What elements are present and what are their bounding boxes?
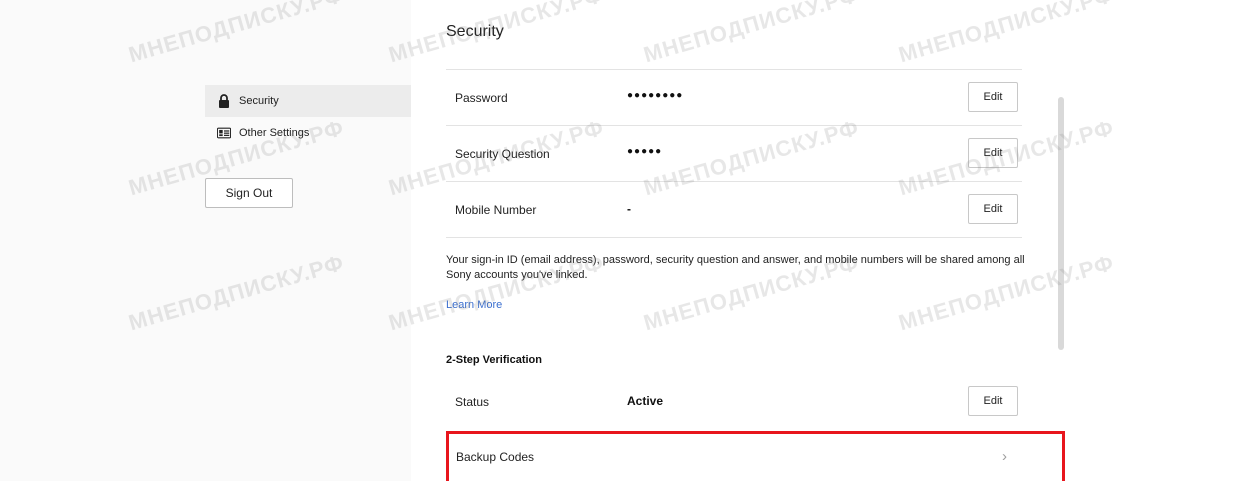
divider: [446, 237, 1022, 238]
divider: [446, 125, 1022, 126]
sidebar-item-security[interactable]: Security: [205, 85, 411, 117]
two-step-status-value: Active: [627, 394, 664, 408]
edit-mobile-number-button[interactable]: Edit: [968, 194, 1018, 224]
sidebar: Security Other Settings Sign Out: [0, 0, 411, 481]
sign-out-button[interactable]: Sign Out: [205, 178, 293, 208]
backup-codes-label: Backup Codes: [456, 450, 535, 464]
lock-icon: [217, 94, 231, 108]
two-step-heading: 2-Step Verification: [446, 354, 542, 366]
edit-password-button[interactable]: Edit: [968, 82, 1018, 112]
security-question-value: ●●●●●: [627, 146, 663, 157]
divider: [446, 69, 1022, 70]
mobile-number-value: -: [627, 202, 631, 216]
edit-two-step-button[interactable]: Edit: [968, 386, 1018, 416]
two-step-status-label: Status: [455, 395, 490, 409]
chevron-right-icon: ›: [1002, 448, 1007, 465]
main-panel: [411, 0, 1236, 481]
password-label: Password: [455, 91, 508, 105]
mobile-number-label: Mobile Number: [455, 203, 537, 217]
sidebar-item-label: Security: [239, 95, 279, 107]
backup-codes-row[interactable]: Backup Codes ›: [446, 431, 1065, 481]
id-card-icon: [217, 126, 231, 140]
password-value: ●●●●●●●●: [627, 90, 684, 101]
